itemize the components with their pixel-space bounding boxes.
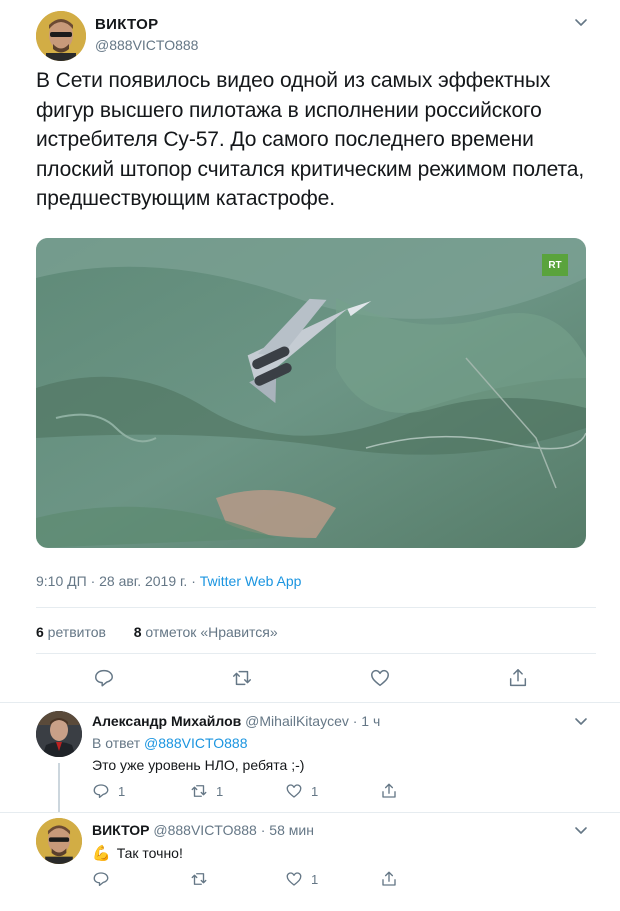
retweet-icon [191,873,207,885]
chevron-down-icon[interactable] [573,713,589,729]
reply-author-handle[interactable]: @MihailKitaycev [245,713,349,729]
like-icon [286,784,302,798]
retweet-icon [191,785,207,797]
tweet-video[interactable]: RT [36,238,586,548]
tweet-stats: 6 ретвитов 8 отметок «Нравится» [36,624,278,640]
chevron-down-icon[interactable] [573,822,589,838]
likes-stat[interactable]: 8 отметок «Нравится» [134,624,278,640]
likes-count: 8 [133,624,142,640]
divider [0,702,620,703]
reply-author-avatar[interactable] [36,818,82,864]
like-button[interactable]: 1 [285,782,318,800]
author-handle[interactable]: @888VICTO888 [95,37,198,53]
reply-author-name[interactable]: Александр Михайлов [92,713,241,729]
share-button[interactable] [380,870,398,888]
like-button[interactable]: 1 [285,870,318,888]
thread-line [58,763,60,813]
like-count: 1 [311,783,319,799]
share-icon[interactable] [507,667,529,689]
timestamp-text[interactable]: 9:10 ДП · 28 авг. 2019 г. · [36,573,200,589]
retweets-label: ретвитов [43,624,106,640]
reply-icon[interactable] [93,667,115,689]
reply-text: Это уже уровень НЛО, ребята ;-) [92,757,305,773]
reply-count: 1 [118,783,126,799]
divider [36,653,596,654]
divider [36,607,596,608]
likes-label: отметок «Нравится» [141,624,278,640]
reply-to-handle[interactable]: @888VICTO888 [144,735,247,751]
share-button[interactable] [380,782,398,800]
avatar-image [36,818,82,864]
retweets-count: 6 [36,624,44,640]
reply-icon [93,784,109,799]
avatar-image [36,11,86,61]
reply-author-handle[interactable]: @888VICTO888 [153,822,256,838]
rt-logo: RT [542,254,568,276]
author-name[interactable]: ВИКТОР [95,16,158,33]
retweets-stat[interactable]: 6 ретвитов [36,624,106,640]
reply-icon [93,872,109,887]
reply-to: В ответ @888VICTO888 [92,735,248,751]
reply-time[interactable]: · 1 ч [349,713,381,729]
video-thumbnail [36,238,586,548]
tweet-timestamp: 9:10 ДП · 28 авг. 2019 г. · Twitter Web … [36,573,301,589]
divider [0,812,620,813]
author-avatar[interactable] [36,11,86,61]
retweet-button[interactable] [190,870,216,888]
chevron-down-icon[interactable] [573,14,589,30]
reply-header: ВИКТОР @888VICTO888 · 58 мин [92,822,314,838]
retweet-icon[interactable] [231,667,253,689]
like-icon [286,872,302,886]
reply-time[interactable]: · 58 мин [257,822,314,838]
reply-text: 💪 Так точно! [92,844,183,862]
reply-author-name[interactable]: ВИКТОР [92,822,150,838]
reply-author-avatar[interactable] [36,711,82,757]
reply-button[interactable] [92,870,118,888]
share-icon [382,871,396,886]
tweet-text: В Сети появилось видео одной из самых эф… [36,69,585,210]
retweet-button[interactable]: 1 [190,782,223,800]
tweet-source[interactable]: Twitter Web App [200,573,302,589]
reply-button[interactable]: 1 [92,782,125,800]
reply-to-prefix: В ответ [92,735,145,751]
like-icon[interactable] [369,667,391,689]
reply-header: Александр Михайлов @MihailKitaycev · 1 ч [92,713,380,729]
share-icon [382,783,396,798]
flexed-biceps-emoji: 💪 [92,845,111,862]
reply-text-content: Так точно! [116,845,183,861]
avatar-image [36,711,82,757]
retweet-count: 1 [216,783,224,799]
like-count: 1 [311,871,319,887]
